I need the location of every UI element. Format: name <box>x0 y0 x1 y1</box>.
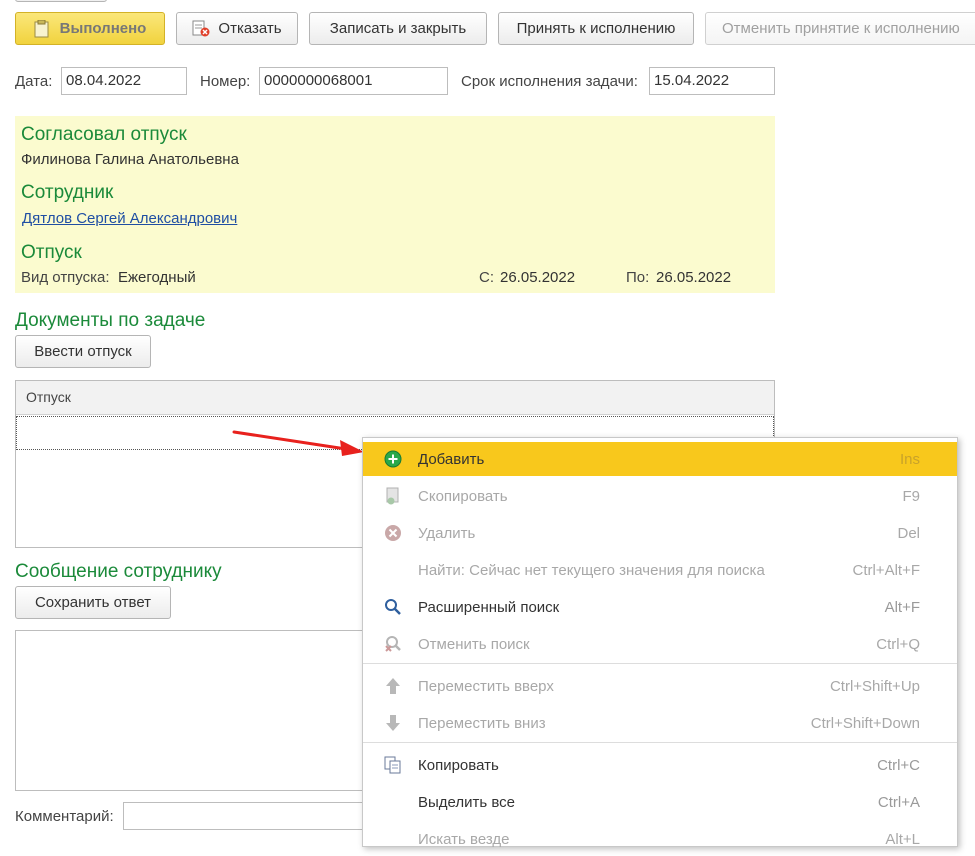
number-label: Номер: <box>200 73 251 90</box>
copy-document-icon <box>383 486 403 506</box>
table-column-header[interactable]: Отпуск <box>16 381 774 415</box>
menu-item-label: Скопировать <box>418 487 508 505</box>
menu-item-select-all[interactable]: Выделить все Ctrl+A <box>363 785 957 819</box>
number-field[interactable]: 0000000068001 <box>259 67 448 95</box>
menu-item-copy[interactable]: Копировать Ctrl+C <box>363 748 957 782</box>
accept-button[interactable]: Принять к исполнению <box>498 12 694 45</box>
enter-vacation-button[interactable]: Ввести отпуск <box>15 335 151 368</box>
menu-item-shortcut: Ctrl+C <box>877 756 920 774</box>
menu-item-search-everywhere[interactable]: Искать везде Alt+L <box>363 822 957 856</box>
task-icon <box>34 19 50 38</box>
menu-item-copy-row[interactable]: Скопировать F9 <box>363 479 957 513</box>
message-textarea[interactable] <box>15 630 375 791</box>
add-icon <box>383 449 403 469</box>
menu-item-label: Выделить все <box>418 793 516 811</box>
menu-item-label: Переместить вверх <box>418 677 554 695</box>
employee-link[interactable]: Дятлов Сергей Александрович <box>22 210 237 227</box>
menu-item-shortcut: F9 <box>902 487 920 505</box>
menu-item-label: Расширенный поиск <box>418 598 560 616</box>
menu-item-cancel-search[interactable]: Отменить поиск Ctrl+Q <box>363 627 957 661</box>
menu-item-label: Добавить <box>418 450 485 468</box>
menu-item-move-down[interactable]: Переместить вниз Ctrl+Shift+Down <box>363 706 957 740</box>
save-and-close-button[interactable]: Записать и закрыть <box>309 12 487 45</box>
menu-item-label: Искать везде <box>418 830 510 848</box>
menu-separator <box>363 663 957 664</box>
date-label: Дата: <box>15 73 53 90</box>
to-value: 26.05.2022 <box>656 269 732 286</box>
comment-label: Комментарий: <box>15 808 114 825</box>
deadline-label: Срок исполнения задачи: <box>461 73 638 90</box>
save-answer-button[interactable]: Сохранить ответ <box>15 586 171 619</box>
message-title: Сообщение сотруднику <box>15 561 222 582</box>
top-edge-element <box>15 0 107 2</box>
menu-item-advanced-search[interactable]: Расширенный поиск Alt+F <box>363 590 957 624</box>
menu-item-label: Копировать <box>418 756 499 774</box>
menu-separator <box>363 742 957 743</box>
menu-item-label: Отменить поиск <box>418 635 530 653</box>
menu-item-label: Переместить вниз <box>418 714 546 732</box>
menu-item-add[interactable]: Добавить Ins <box>363 442 957 476</box>
menu-item-shortcut: Ctrl+A <box>877 793 920 811</box>
from-value: 26.05.2022 <box>500 269 576 286</box>
done-button-label: Выполнено <box>59 20 147 37</box>
from-label: С: <box>479 269 494 286</box>
menu-item-move-up[interactable]: Переместить вверх Ctrl+Shift+Up <box>363 669 957 703</box>
menu-item-shortcut: Ctrl+Q <box>876 635 920 653</box>
menu-item-label: Найти: Сейчас нет текущего значения для … <box>418 561 765 579</box>
menu-item-shortcut: Del <box>897 524 920 542</box>
deadline-field[interactable]: 15.04.2022 <box>649 67 775 95</box>
menu-item-delete[interactable]: Удалить Del <box>363 516 957 550</box>
context-menu: Добавить Ins Скопировать F9 Удалить Del … <box>362 437 958 848</box>
menu-item-shortcut: Ctrl+Shift+Up <box>829 677 920 695</box>
refuse-icon <box>192 20 210 38</box>
red-arrow-annotation <box>232 430 364 456</box>
menu-item-shortcut: Alt+F <box>884 598 920 616</box>
arrow-up-icon <box>383 676 403 696</box>
approved-name: Филинова Галина Анатольевна <box>21 151 239 168</box>
to-label: По: <box>626 269 650 286</box>
employee-title: Сотрудник <box>21 182 114 203</box>
cancel-search-icon <box>383 634 403 654</box>
approved-title: Согласовал отпуск <box>21 124 187 145</box>
cancel-accept-button[interactable]: Отменить принятие к исполнению <box>705 12 975 45</box>
date-field[interactable]: 08.04.2022 <box>61 67 187 95</box>
menu-item-find[interactable]: Найти: Сейчас нет текущего значения для … <box>363 553 957 587</box>
documents-title: Документы по задаче <box>15 310 206 331</box>
menu-item-shortcut: Alt+L <box>885 830 920 848</box>
menu-item-shortcut: Ctrl+Alt+F <box>852 561 920 579</box>
vacation-title: Отпуск <box>21 242 82 263</box>
menu-item-label: Удалить <box>418 524 476 542</box>
arrow-down-icon <box>383 713 403 733</box>
comment-field[interactable] <box>123 802 373 830</box>
refuse-button[interactable]: Отказать <box>176 12 298 45</box>
delete-icon <box>383 523 403 543</box>
vacation-type-label: Вид отпуска: <box>21 269 110 286</box>
refuse-button-label: Отказать <box>218 20 282 37</box>
menu-item-shortcut: Ctrl+Shift+Down <box>810 714 920 732</box>
done-button[interactable]: Выполнено <box>15 12 165 45</box>
clipboard-copy-icon <box>383 755 403 775</box>
vacation-type-value: Ежегодный <box>118 269 196 286</box>
menu-item-shortcut: Ins <box>899 450 920 468</box>
search-icon <box>383 597 403 617</box>
